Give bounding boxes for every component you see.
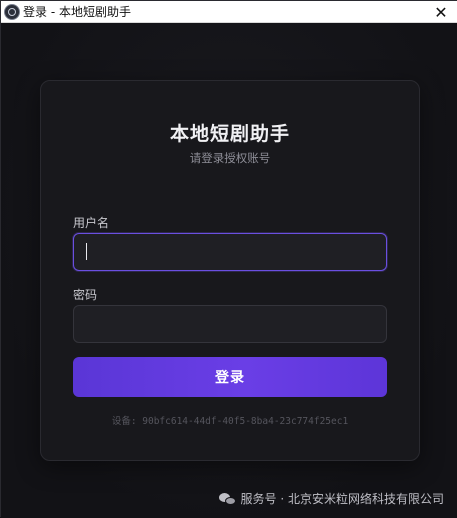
username-label: 用户名 (73, 216, 110, 230)
app-icon (4, 3, 20, 20)
login-window: 登录 - 本地短剧助手 ✕ 本地短剧助手 请登录授权账号 用户名 密码 登录 设… (0, 0, 457, 518)
device-id-text: 设备: 90bfc614-44df-40f5-8ba4-23c774f25ec1 (111, 416, 349, 427)
watermark: 服务号 · 北京安米粒网络科技有限公司 (218, 490, 444, 507)
title-bar: 登录 - 本地短剧助手 ✕ (1, 1, 457, 23)
watermark-text: 服务号 · 北京安米粒网络科技有限公司 (240, 492, 444, 506)
login-card: 本地短剧助手 请登录授权账号 用户名 密码 登录 设备: 90bfc614-44… (40, 80, 420, 461)
login-subtitle: 请登录授权账号 (189, 151, 271, 165)
password-input[interactable] (73, 305, 387, 343)
window-title: 登录 - 本地短剧助手 (23, 5, 131, 19)
login-button[interactable]: 登录 (73, 357, 387, 397)
app-name-heading: 本地短剧助手 (169, 123, 290, 145)
close-button[interactable]: ✕ (424, 1, 457, 23)
close-icon: ✕ (434, 2, 448, 22)
text-caret (86, 243, 87, 260)
password-label: 密码 (73, 288, 98, 302)
username-input[interactable] (73, 233, 387, 271)
content-area: 本地短剧助手 请登录授权账号 用户名 密码 登录 设备: 90bfc614-44… (1, 23, 457, 518)
wechat-icon (218, 492, 237, 506)
